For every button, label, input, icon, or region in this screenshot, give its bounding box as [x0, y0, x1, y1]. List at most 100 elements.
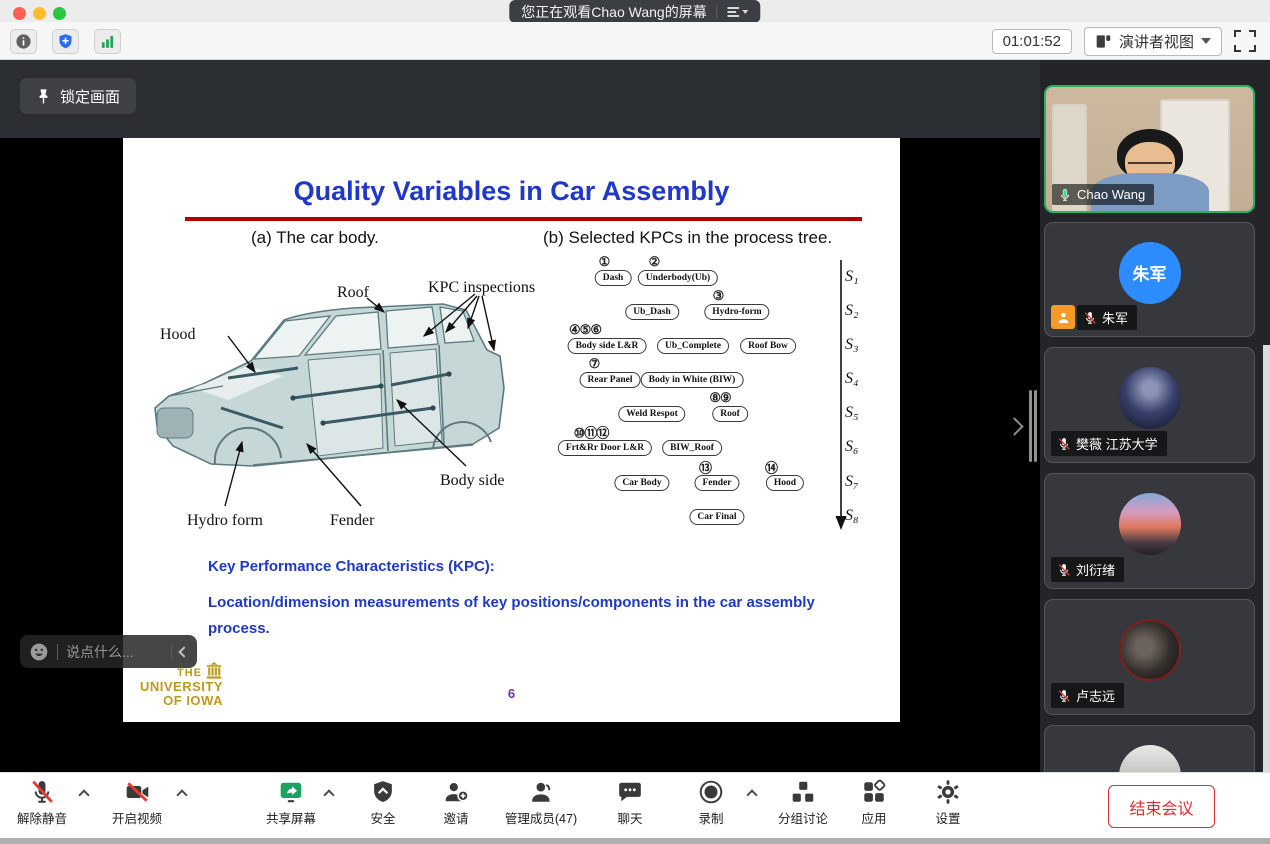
participant-name-chip: 刘衍绪	[1051, 557, 1124, 582]
settings-button[interactable]: 设置	[935, 778, 961, 827]
stage-label: S₄	[845, 370, 859, 388]
apps-button[interactable]: 应用	[861, 778, 887, 827]
share-screen-button[interactable]: 共享屏幕	[266, 778, 316, 827]
watching-screen-banner[interactable]: 您正在观看Chao Wang的屏幕	[509, 0, 760, 23]
mac-minimize-button[interactable]	[33, 7, 46, 20]
collapse-chat-icon[interactable]	[178, 646, 189, 657]
pin-screen-label: 锁定画面	[60, 86, 120, 107]
participant-name: 卢志远	[1076, 686, 1115, 705]
speaker-view-icon	[1095, 34, 1112, 49]
stage-label: S₂	[845, 302, 859, 320]
tree-node-number: ⑭	[765, 458, 777, 477]
record-icon	[698, 778, 724, 806]
tree-node-number: ⑦	[589, 356, 600, 372]
tree-node: Car Body	[614, 475, 669, 491]
avatar	[1119, 367, 1181, 429]
shield-plus-icon	[57, 33, 74, 50]
participant-tile[interactable]: 朱军 朱军	[1044, 222, 1255, 337]
participant-name-chip: 樊薇 江苏大学	[1051, 431, 1167, 456]
emoji-icon[interactable]	[29, 642, 49, 662]
slide-page-number: 6	[508, 686, 515, 701]
mac-close-button[interactable]	[13, 7, 26, 20]
video-off-icon	[123, 778, 150, 806]
university-of-iowa-logo: THE UNIVERSITY OF IOWA	[131, 662, 223, 707]
title-underline	[185, 217, 862, 221]
participant-tile-active-speaker[interactable]: Chao Wang	[1044, 85, 1255, 213]
chat-button[interactable]: 聊天	[617, 778, 644, 827]
caret-down-icon	[1201, 38, 1211, 44]
video-menu-caret[interactable]	[178, 791, 190, 803]
window-bottom-edge	[0, 838, 1270, 844]
unmute-button[interactable]: 解除静音	[17, 778, 67, 827]
participants-icon	[527, 778, 554, 806]
avatar	[1119, 493, 1181, 555]
banner-divider	[717, 5, 718, 19]
tree-node-number: ④⑤⑥	[569, 322, 601, 338]
record-button[interactable]: 录制	[698, 778, 724, 827]
mic-muted-icon	[1057, 689, 1071, 703]
unmute-menu-caret[interactable]	[80, 791, 92, 803]
toolbar-label: 共享屏幕	[266, 808, 316, 827]
start-video-button[interactable]: 开启视频	[112, 778, 162, 827]
tree-node: Ub_Dash	[625, 304, 679, 320]
avatar: 朱军	[1119, 242, 1181, 304]
record-menu-caret[interactable]	[748, 791, 760, 803]
tree-node: Underbody(Ub)	[638, 270, 718, 286]
invite-icon	[443, 778, 470, 806]
car-label-body-side: Body side	[440, 472, 504, 490]
mic-muted-icon	[1057, 437, 1071, 451]
logo-line3: OF IOWA	[131, 694, 223, 708]
connection-stats-button[interactable]	[94, 29, 121, 54]
participant-name-chip: Chao Wang	[1052, 184, 1154, 205]
tree-node-number: ③	[713, 288, 724, 304]
zoom-meeting-window: 您正在观看Chao Wang的屏幕 01:01:52 演讲者视图	[0, 0, 1270, 844]
share-menu-caret[interactable]	[325, 791, 337, 803]
end-meeting-button[interactable]: 结束会议	[1108, 785, 1215, 828]
toolbar-label: 聊天	[617, 808, 642, 827]
banner-options-menu-icon[interactable]	[728, 7, 749, 17]
meeting-info-button[interactable]	[10, 29, 37, 54]
invite-button[interactable]: 邀请	[443, 778, 470, 827]
participant-name: 朱军	[1102, 308, 1128, 327]
toolbar-label: 分组讨论	[778, 808, 828, 827]
tree-node-number: ⑧⑨	[709, 390, 730, 406]
participant-tile[interactable]: 卢志远	[1044, 599, 1255, 715]
toolbar-label: 录制	[698, 808, 723, 827]
tree-node: BIW_Roof	[662, 440, 722, 456]
toolbar-label: 邀请	[443, 808, 468, 827]
manage-participants-button[interactable]: 管理成员(47)	[505, 778, 577, 827]
stage-label: S₆	[845, 438, 859, 456]
chat-divider	[57, 644, 58, 660]
stage-label: S₁	[845, 268, 859, 286]
car-label-roof: Roof	[337, 284, 369, 302]
participant-tile[interactable]: 樊薇 江苏大学	[1044, 347, 1255, 463]
chat-icon	[617, 778, 644, 806]
kpc-body-text: Location/dimension measurements of key p…	[208, 590, 848, 643]
tree-node: Rear Panel	[580, 372, 641, 388]
pin-screen-button[interactable]: 锁定画面	[20, 78, 136, 114]
breakout-rooms-button[interactable]: 分组讨论	[778, 778, 828, 827]
presentation-slide: Quality Variables in Car Assembly (a) Th…	[123, 138, 900, 722]
participants-scrollbar[interactable]	[1263, 345, 1270, 772]
panel-drag-handle[interactable]	[1029, 390, 1032, 462]
chat-input-placeholder[interactable]: 说点什么...	[66, 642, 163, 662]
participant-tile[interactable]	[1044, 725, 1255, 772]
meeting-info-toolbar: 01:01:52 演讲者视图	[0, 22, 1270, 60]
panel-drag-handle[interactable]	[1034, 390, 1037, 462]
security-button[interactable]: 安全	[370, 778, 395, 827]
mic-muted-icon	[1083, 311, 1097, 325]
apps-icon	[861, 778, 887, 806]
car-label-hood: Hood	[160, 326, 196, 344]
tree-node: Body side L&R	[568, 338, 647, 354]
chat-overlay[interactable]: 说点什么...	[20, 635, 197, 668]
view-mode-button[interactable]: 演讲者视图	[1084, 27, 1222, 56]
watching-screen-label: 您正在观看Chao Wang的屏幕	[521, 2, 706, 22]
avatar	[1119, 619, 1181, 681]
encryption-button[interactable]	[52, 29, 79, 54]
fullscreen-button[interactable]	[1234, 30, 1256, 52]
signal-bars-icon	[99, 33, 116, 50]
mac-zoom-button[interactable]	[53, 7, 66, 20]
participant-tile[interactable]: 刘衍绪	[1044, 473, 1255, 589]
tree-node: Hydro-form	[704, 304, 769, 320]
slide-title: Quality Variables in Car Assembly	[294, 176, 730, 207]
